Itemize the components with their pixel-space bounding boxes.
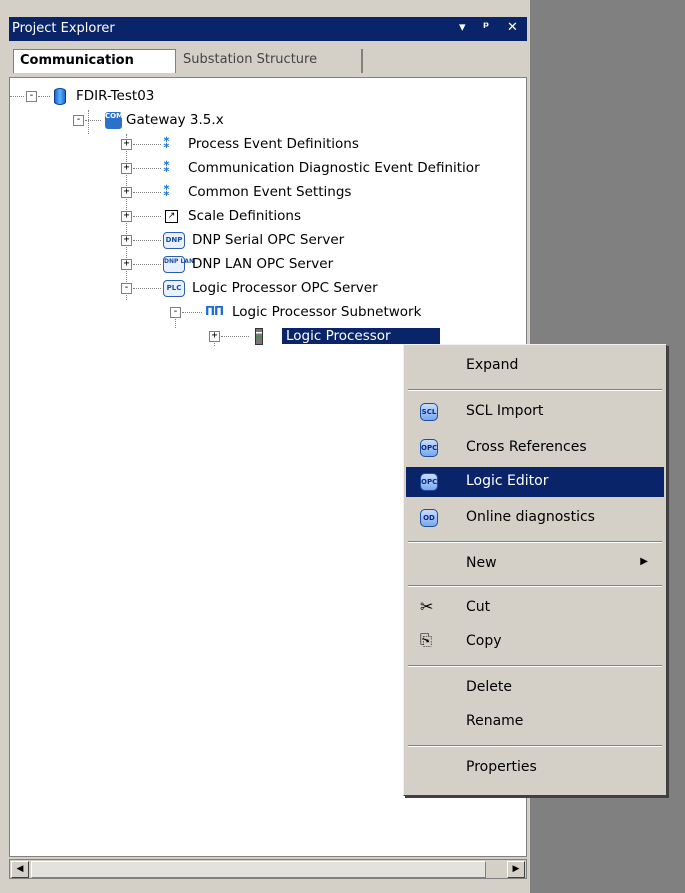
menu-item-expand[interactable]: Expand [406, 351, 664, 381]
tree-node-label: Scale Definitions [188, 208, 302, 224]
menu-item-delete[interactable]: Delete [406, 673, 664, 703]
menu-item-copy[interactable]: ⎘ Copy [406, 627, 664, 657]
scale-icon: ↗ [165, 210, 178, 223]
dnp-lan-icon: DNP LAN [163, 256, 194, 273]
tree-node-label: DNP LAN OPC Server [192, 256, 334, 272]
tab-strip: Communication Substation Structure [9, 41, 527, 77]
tree-node-label: Process Event Definitions [188, 136, 359, 152]
menu-item-scl-import[interactable]: SCL SCL Import [406, 397, 664, 427]
event-icon: ⁑ [163, 160, 171, 176]
scissors-icon: ✂ [420, 597, 434, 616]
collapse-icon[interactable]: - [121, 283, 132, 294]
tree-node-label-selected: Logic Processor [282, 328, 440, 344]
tab-communication[interactable]: Communication [13, 49, 176, 73]
tree-connector [88, 110, 89, 134]
plc-icon: PLC [163, 280, 185, 297]
collapse-icon[interactable]: - [73, 115, 84, 126]
subnetwork-icon: ΠΠ [205, 304, 224, 318]
opc-icon: OPC [420, 473, 438, 491]
expand-icon[interactable]: + [121, 235, 132, 246]
menu-separator [408, 585, 662, 587]
close-icon[interactable]: ✕ [507, 20, 518, 35]
horizontal-scrollbar[interactable]: ◀ ▶ [9, 859, 527, 879]
scroll-right-button[interactable]: ▶ [507, 861, 525, 878]
expand-icon[interactable]: + [121, 187, 132, 198]
database-icon [54, 88, 66, 105]
scl-icon: SCL [420, 403, 438, 421]
expand-icon[interactable]: + [121, 211, 132, 222]
tree-node-label: DNP Serial OPC Server [192, 232, 345, 248]
tree-node-label: Logic Processor OPC Server [192, 280, 378, 296]
menu-separator [408, 541, 662, 543]
event-icon: ⁑ [163, 184, 171, 200]
scroll-left-button[interactable]: ◀ [11, 861, 29, 878]
device-icon [255, 328, 263, 345]
menu-item-logic-editor[interactable]: OPC Logic Editor [406, 467, 664, 497]
dnp-serial-icon: DNP [163, 232, 185, 249]
submenu-arrow-icon: ▶ [640, 556, 648, 567]
pin-icon[interactable]: ᵖ [483, 20, 489, 35]
tree-node-label: Communication Diagnostic Event Definitio… [188, 160, 480, 176]
panel-titlebar: Project Explorer ▾ ᵖ ✕ [9, 17, 527, 41]
online-diagnostics-icon: OD [420, 509, 438, 527]
menu-item-properties[interactable]: Properties [406, 753, 664, 783]
menu-item-new[interactable]: New ▶ [406, 549, 664, 579]
collapse-icon[interactable]: - [170, 307, 181, 318]
dropdown-icon[interactable]: ▾ [459, 20, 466, 35]
event-icon: ⁑ [163, 136, 171, 152]
expand-icon[interactable]: + [121, 163, 132, 174]
menu-item-cut[interactable]: ✂ Cut [406, 593, 664, 623]
menu-item-cross-references[interactable]: OPC Cross References [406, 433, 664, 463]
menu-separator [408, 745, 662, 747]
tab-substation-structure[interactable]: Substation Structure [177, 49, 363, 73]
menu-separator [408, 389, 662, 391]
panel-title: Project Explorer [12, 21, 115, 36]
tree-node-label: Gateway 3.5.x [126, 112, 224, 128]
collapse-icon[interactable]: - [26, 91, 37, 102]
menu-item-online-diagnostics[interactable]: OD Online diagnostics [406, 503, 664, 533]
menu-item-rename[interactable]: Rename [406, 707, 664, 737]
scrollbar-thumb[interactable] [31, 861, 486, 878]
tree-node-label: Common Event Settings [188, 184, 352, 200]
opc-icon: OPC [420, 439, 438, 457]
tree-node-label: Logic Processor Subnetwork [232, 304, 422, 320]
expand-icon[interactable]: + [121, 139, 132, 150]
expand-icon[interactable]: + [121, 259, 132, 270]
context-menu: Expand SCL SCL Import OPC Cross Referenc… [403, 344, 667, 796]
tree-node-label: FDIR-Test03 [76, 88, 155, 104]
gateway-icon: COM 600 [105, 112, 140, 129]
expand-icon[interactable]: + [209, 331, 220, 342]
copy-icon: ⎘ [420, 631, 433, 649]
menu-separator [408, 665, 662, 667]
